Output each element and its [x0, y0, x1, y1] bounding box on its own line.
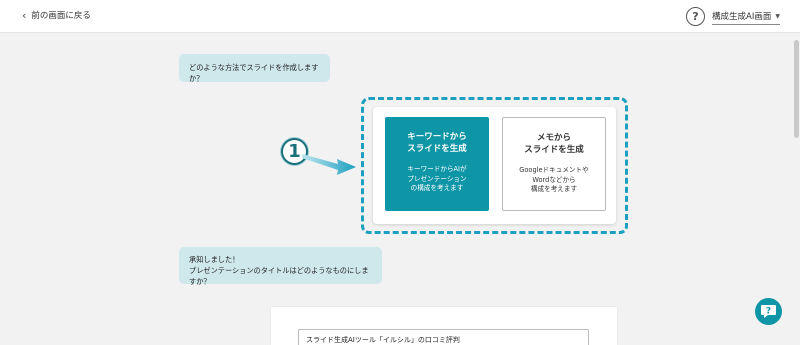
- mode-select-label: 構成生成AI画面: [712, 12, 772, 22]
- top-bar: ‹ 前の画面に戻る ? 構成生成AI画面 ▼: [0, 0, 800, 33]
- chat-bubble-question-text: どのような方法でスライドを作成しますか？: [189, 63, 319, 83]
- chat-bubble-reply-line-1: 承知しました！: [189, 255, 240, 264]
- chat-bubble-question: どのような方法でスライドを作成しますか？: [179, 54, 330, 83]
- chevron-left-icon: ‹: [22, 8, 27, 22]
- keyword-option-desc: キーワードからAIが プレゼンテーション の構成を考えます: [385, 165, 489, 194]
- chat-question-icon: ?: [761, 305, 776, 318]
- memo-option-title-line-1: メモから: [536, 133, 571, 143]
- back-link-label: 前の画面に戻る: [31, 11, 91, 21]
- keyword-option-title-line-1: キーワードから: [407, 132, 467, 142]
- keyword-option-title: キーワードから スライドを生成: [385, 131, 489, 155]
- help-icon-glyph: ?: [692, 10, 699, 23]
- keyword-option-title-line-2: スライドを生成: [407, 144, 467, 154]
- caret-down-icon: ▼: [775, 12, 780, 20]
- memo-option-title: メモから スライドを生成: [503, 132, 605, 156]
- keyword-option-desc-line-3: の構成を考えます: [410, 184, 464, 192]
- chat-bubble-reply: 承知しました！ プレゼンテーションのタイトルはどのようなものにしますか？: [179, 247, 382, 286]
- memo-option-desc-line-2: Wordなどから: [532, 175, 576, 184]
- keyword-option-desc-line-2: プレゼンテーション: [407, 174, 467, 183]
- memo-option-desc-line-3: 構成を考えます: [530, 185, 578, 193]
- svg-text:?: ?: [766, 307, 771, 317]
- pointer-arrow-icon: [302, 154, 356, 175]
- memo-option-desc: Googleドキュメントや Wordなどから 構成を考えます: [503, 166, 605, 195]
- memo-option-title-line-2: スライドを生成: [524, 145, 584, 155]
- chat-bubble-reply-line-2: プレゼンテーションのタイトルはどのようなものにしますか？: [189, 266, 369, 286]
- support-chat-button[interactable]: ?: [755, 298, 782, 325]
- keyword-option-desc-line-1: キーワードからAIが: [407, 165, 467, 173]
- step-number-glyph: 1: [288, 141, 301, 162]
- mode-select[interactable]: 構成生成AI画面 ▼: [712, 10, 780, 25]
- title-input-value: スライド生成AIツール「イルシル」の口コミ評判: [306, 336, 460, 344]
- memo-generate-button[interactable]: メモから スライドを生成 Googleドキュメントや Wordなどから 構成を考…: [502, 117, 606, 211]
- memo-option-desc-line-1: Googleドキュメントや: [519, 166, 589, 174]
- scrollbar-thumb[interactable]: [794, 40, 799, 138]
- keyword-generate-button[interactable]: キーワードから スライドを生成 キーワードからAIが プレゼンテーション の構成…: [385, 117, 489, 211]
- help-icon[interactable]: ?: [686, 7, 705, 26]
- title-input[interactable]: スライド生成AIツール「イルシル」の口コミ評判: [298, 329, 589, 345]
- back-link[interactable]: ‹ 前の画面に戻る: [22, 8, 91, 22]
